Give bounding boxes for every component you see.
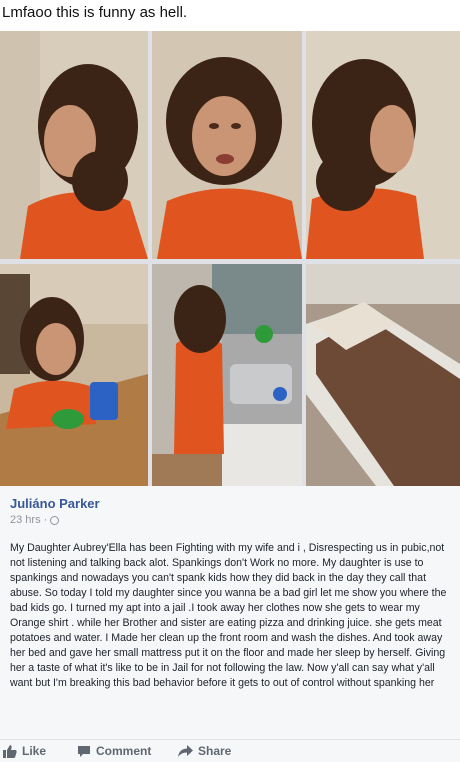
share-arrow-icon bbox=[178, 745, 193, 757]
share-label: Share bbox=[198, 744, 232, 758]
photo-mattress-on-floor[interactable] bbox=[306, 264, 460, 486]
post-actions-bar: Like Comment Share bbox=[0, 739, 460, 761]
post-meta: 23 hrs · bbox=[10, 514, 60, 526]
post-timestamp[interactable]: 23 hrs bbox=[10, 514, 41, 526]
like-button[interactable]: Like bbox=[3, 744, 46, 758]
meta-separator: · bbox=[43, 514, 48, 526]
photo-grid bbox=[0, 31, 460, 486]
photo-child-at-table[interactable] bbox=[0, 264, 148, 486]
comment-label: Comment bbox=[96, 744, 152, 758]
photo-child-profile-right[interactable] bbox=[306, 31, 460, 259]
like-label: Like bbox=[22, 744, 47, 758]
photo-child-washing-dishes[interactable] bbox=[152, 264, 302, 486]
post-body: My Daughter Aubrey'Ella has been Fightin… bbox=[10, 542, 447, 689]
post-card: Juliáno Parker 23 hrs · My Daughter Aubr… bbox=[0, 486, 460, 762]
share-button[interactable]: Share bbox=[178, 744, 231, 758]
photo-child-crying-front[interactable] bbox=[152, 31, 302, 259]
post-caption: Lmfaoo this is funny as hell. bbox=[0, 0, 460, 30]
photo-child-profile-left[interactable] bbox=[0, 31, 148, 259]
comment-icon bbox=[77, 745, 91, 758]
author-name[interactable]: Juliáno Parker bbox=[10, 496, 100, 511]
thumbs-up-icon bbox=[3, 744, 17, 758]
globe-icon bbox=[50, 515, 60, 525]
comment-button[interactable]: Comment bbox=[77, 744, 151, 758]
